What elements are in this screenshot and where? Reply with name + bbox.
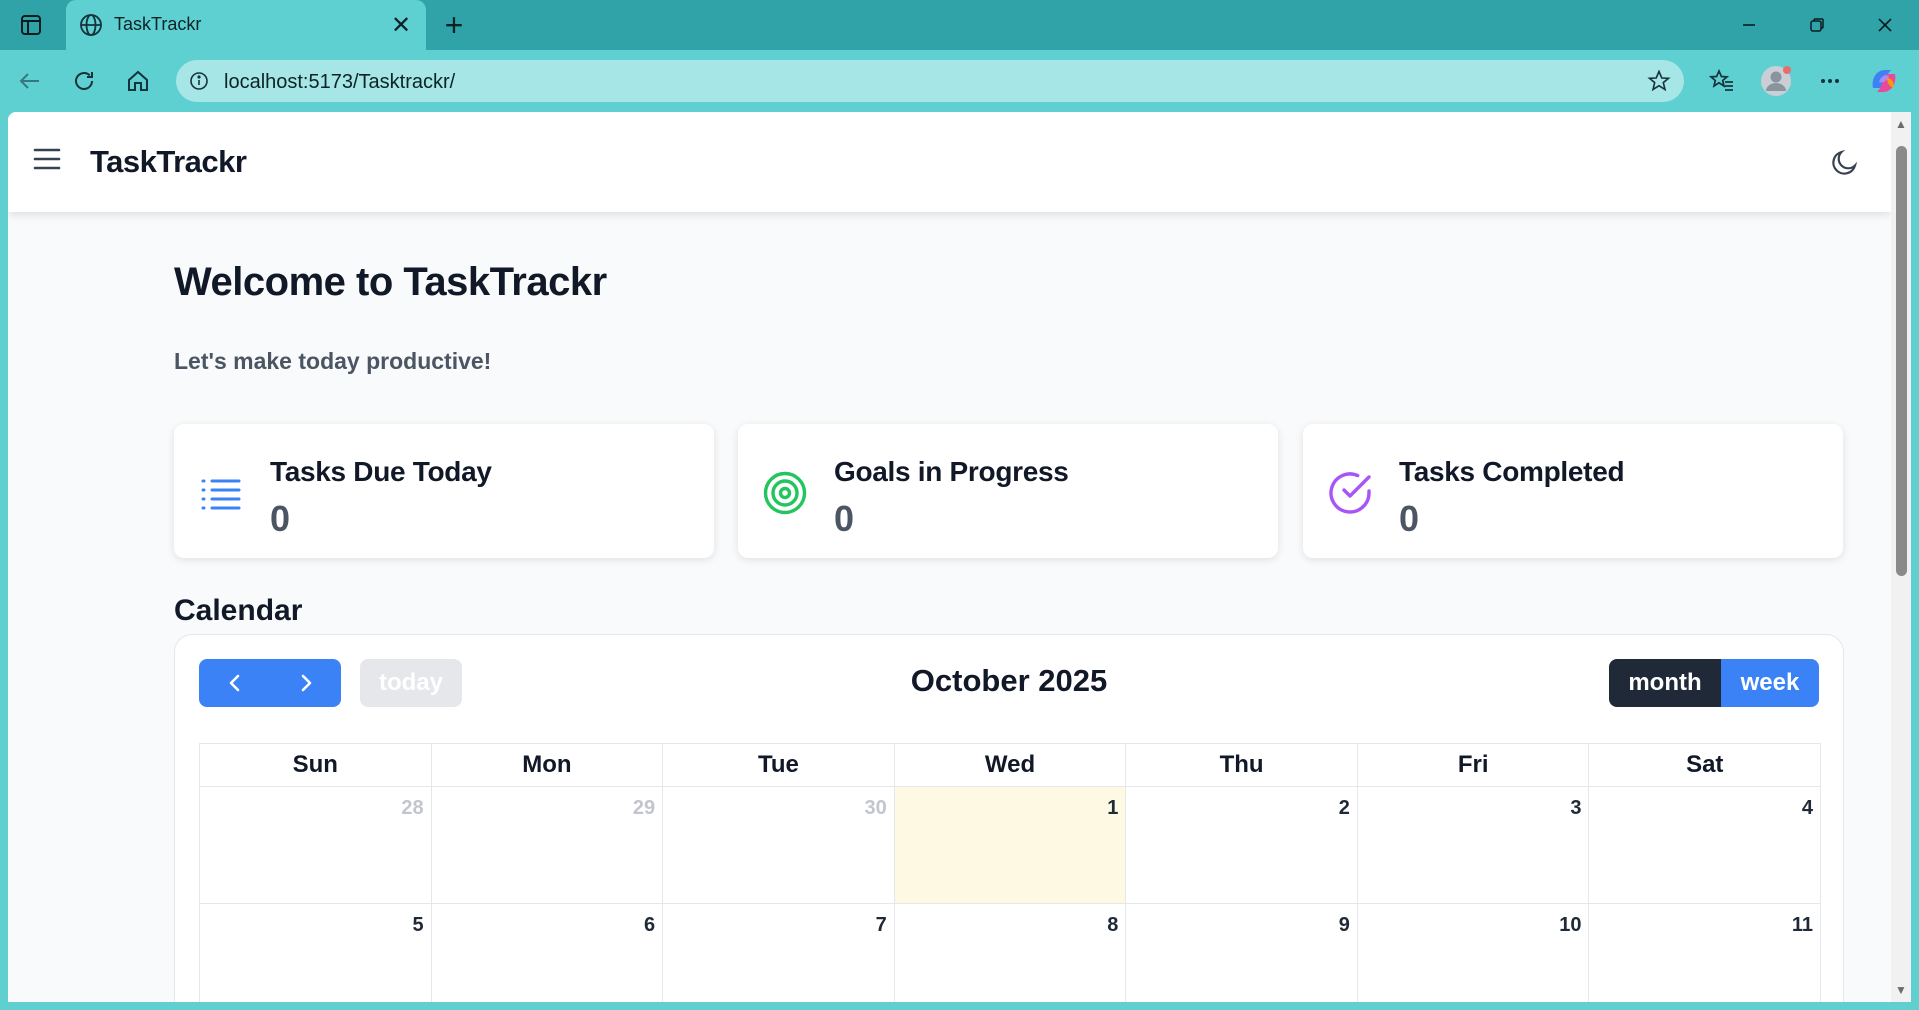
card-title: Tasks Completed (1399, 456, 1625, 487)
scroll-down-arrow-icon[interactable]: ▼ (1895, 984, 1907, 996)
weekday-header: Fri (1357, 744, 1590, 787)
site-info-icon[interactable] (186, 68, 212, 94)
calendar-week-row: 5 6 7 8 9 10 11 (200, 904, 1822, 1002)
close-tab-icon[interactable]: ✕ (386, 10, 416, 40)
calendar-day-cell[interactable]: 30 (663, 787, 895, 904)
dark-mode-toggle-icon[interactable] (1829, 146, 1861, 178)
profile-avatar-icon[interactable] (1758, 63, 1794, 99)
calendar-day-cell[interactable]: 7 (663, 904, 895, 1002)
day-number[interactable]: 11 (1792, 914, 1813, 937)
card-value: 0 (834, 498, 855, 539)
weekday-header: Sat (1589, 744, 1822, 787)
calendar-day-cell-today[interactable]: 1 (894, 787, 1127, 904)
back-arrow-icon[interactable] (12, 63, 48, 99)
tasks-due-today-card: Tasks Due Today 0 (174, 424, 714, 558)
day-number[interactable]: 3 (1570, 797, 1581, 820)
page-viewport: TaskTrackr Welcome to TaskTrackr Let's m… (8, 112, 1891, 1002)
day-number[interactable]: 28 (401, 797, 423, 820)
calendar-day-cell[interactable]: 10 (1358, 904, 1590, 1002)
goals-in-progress-card: Goals in Progress 0 (738, 424, 1278, 558)
weekday-header: Mon (431, 744, 664, 787)
calendar-grid: Sun Mon Tue Wed Thu Fri Sat 28 29 30 1 2… (199, 743, 1822, 1002)
day-number[interactable]: 4 (1802, 797, 1813, 820)
calendar-day-cell[interactable]: 9 (1126, 904, 1358, 1002)
restore-button[interactable] (1790, 6, 1844, 44)
weekday-header: Thu (1126, 744, 1358, 787)
weekday-header: Sun (200, 744, 432, 787)
menu-icon[interactable] (32, 146, 68, 176)
page-scrollbar[interactable]: ▲ ▼ (1891, 112, 1911, 1002)
week-view-button[interactable]: week (1721, 659, 1819, 707)
calendar-day-cell[interactable]: 2 (1126, 787, 1358, 904)
calendar-month-title: October 2025 (910, 663, 1108, 698)
scroll-up-arrow-icon[interactable]: ▲ (1895, 118, 1907, 130)
calendar-day-cell[interactable]: 6 (432, 904, 664, 1002)
calendar-week-row: 28 29 30 1 2 3 4 (200, 787, 1822, 904)
new-tab-button[interactable]: + (437, 7, 471, 43)
list-icon (198, 470, 244, 516)
day-number[interactable]: 5 (412, 914, 423, 937)
day-number[interactable]: 10 (1559, 914, 1581, 937)
page-title: Welcome to TaskTrackr (174, 260, 607, 304)
page-subtitle: Let's make today productive! (174, 348, 492, 374)
day-number[interactable]: 30 (864, 797, 886, 820)
calendar-day-cell[interactable]: 8 (895, 904, 1127, 1002)
address-bar[interactable]: localhost:5173/Tasktrackr/ (176, 60, 1684, 102)
month-view-button[interactable]: month (1609, 659, 1721, 707)
calendar-day-cell[interactable]: 4 (1589, 787, 1822, 904)
target-icon (762, 470, 808, 516)
day-number[interactable]: 9 (1339, 914, 1350, 937)
calendar-day-cell[interactable]: 3 (1357, 787, 1590, 904)
browser-tab[interactable]: TaskTrackr ✕ (66, 0, 426, 50)
day-number[interactable]: 6 (644, 914, 655, 937)
calendar-day-cell[interactable]: 28 (200, 787, 432, 904)
card-title: Goals in Progress (834, 456, 1069, 487)
card-value: 0 (270, 498, 291, 539)
card-title: Tasks Due Today (270, 456, 492, 487)
more-options-icon[interactable] (1812, 63, 1848, 99)
tab-title: TaskTrackr (114, 14, 202, 34)
refresh-icon[interactable] (66, 63, 102, 99)
favorite-star-icon[interactable] (1644, 66, 1674, 96)
scrollbar-thumb[interactable] (1896, 146, 1907, 576)
day-number[interactable]: 1 (1107, 797, 1118, 820)
tasks-completed-card: Tasks Completed 0 (1303, 424, 1843, 558)
app-header: TaskTrackr (8, 112, 1891, 212)
day-number[interactable]: 7 (876, 914, 887, 937)
tab-actions-icon[interactable] (14, 10, 48, 40)
browser-toolbar: localhost:5173/Tasktrackr/ (0, 50, 1919, 112)
card-value: 0 (1399, 498, 1420, 539)
calendar-day-cell[interactable]: 5 (200, 904, 432, 1002)
check-circle-icon (1327, 470, 1373, 516)
day-number[interactable]: 8 (1107, 914, 1118, 937)
favorites-icon[interactable] (1704, 63, 1740, 99)
day-number[interactable]: 2 (1339, 797, 1350, 820)
globe-icon (78, 12, 104, 38)
day-number[interactable]: 29 (633, 797, 655, 820)
minimize-button[interactable] (1722, 6, 1776, 44)
weekday-header-row: Sun Mon Tue Wed Thu Fri Sat (200, 744, 1822, 787)
calendar-day-cell[interactable]: 11 (1589, 904, 1822, 1002)
calendar-heading: Calendar (174, 594, 303, 627)
weekday-header: Wed (894, 744, 1127, 787)
home-icon[interactable] (120, 63, 156, 99)
view-switcher: month week (1609, 659, 1819, 707)
url-text[interactable]: localhost:5173/Tasktrackr/ (224, 71, 455, 94)
browser-tab-bar: TaskTrackr ✕ + (0, 0, 1919, 50)
close-window-button[interactable] (1858, 6, 1912, 44)
calendar-day-cell[interactable]: 29 (431, 787, 664, 904)
app-brand[interactable]: TaskTrackr (90, 144, 247, 180)
calendar: today October 2025 month week Sun Mon Tu… (174, 634, 1844, 1002)
copilot-icon[interactable] (1866, 63, 1902, 99)
weekday-header: Tue (663, 744, 895, 787)
